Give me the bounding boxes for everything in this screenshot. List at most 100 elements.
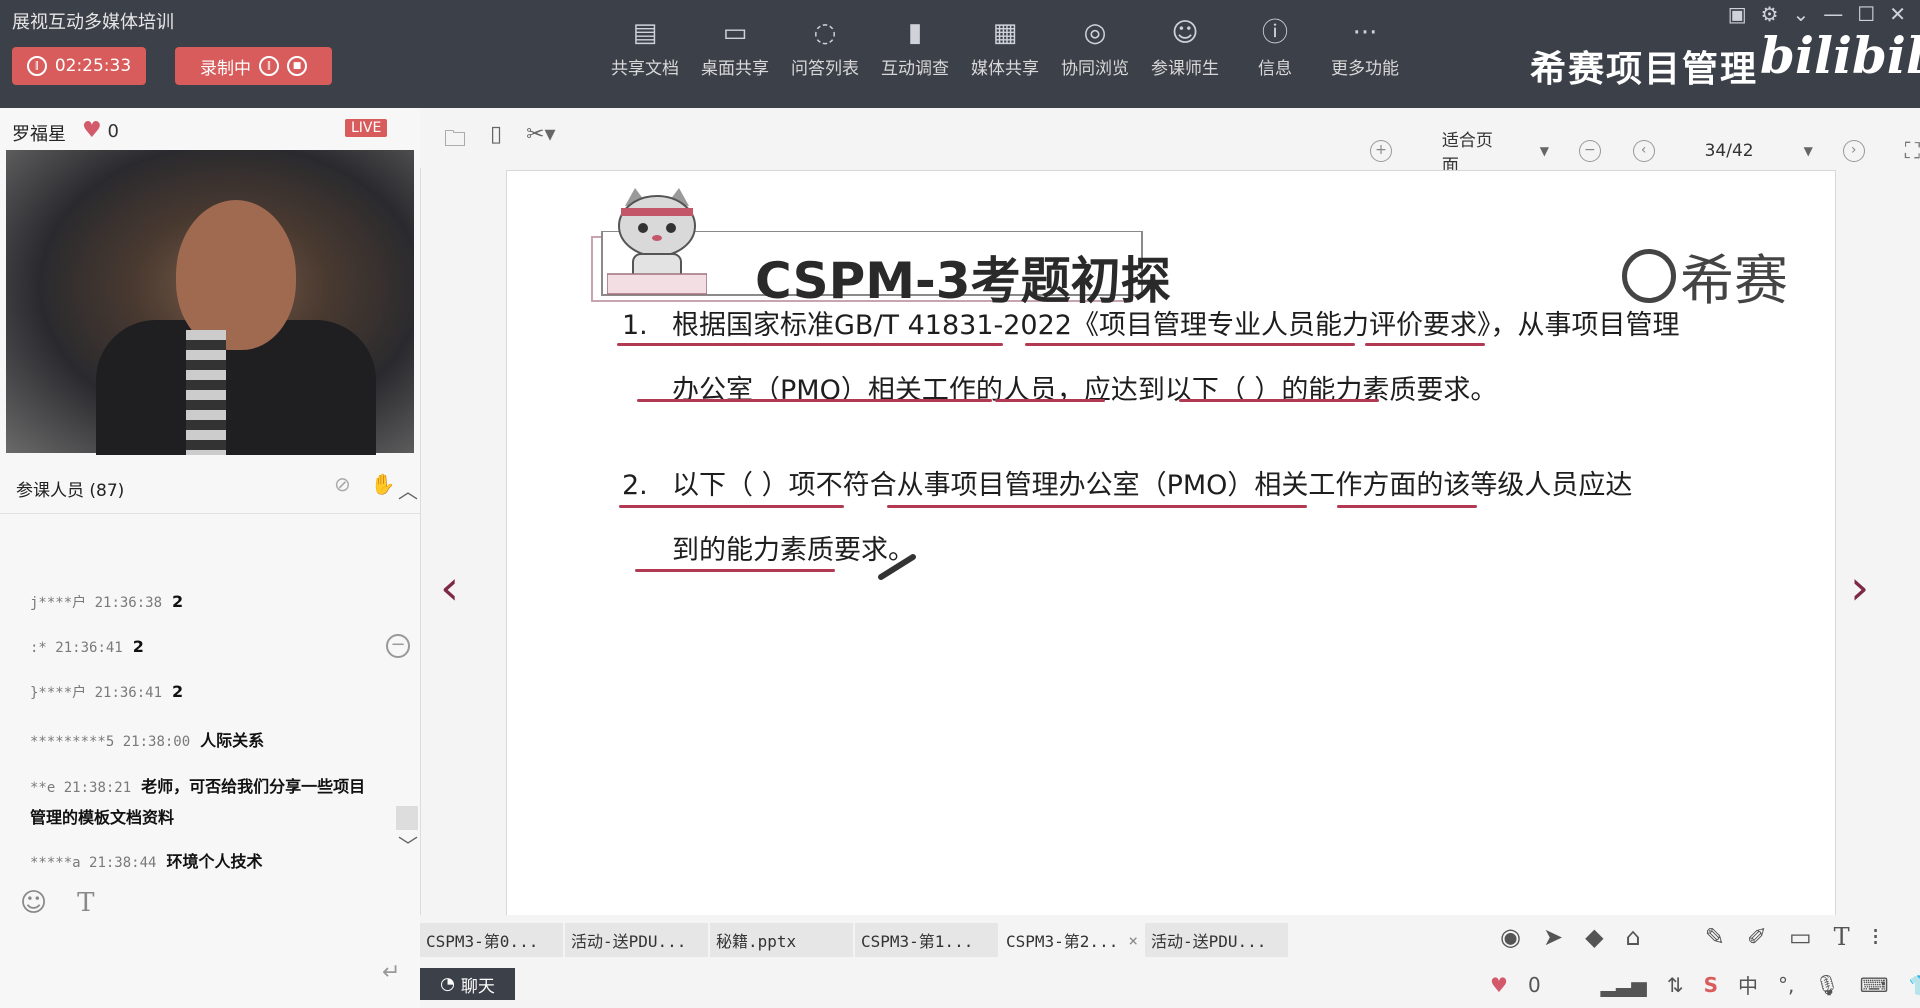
more-draw-icon[interactable]: ⁝ [1872, 923, 1880, 951]
chat-tools: ☺ T [20, 888, 94, 918]
teacher-name: 罗福星 [12, 124, 66, 145]
like-counter[interactable]: ♥ 0 [82, 118, 119, 143]
minimize-icon[interactable]: — [1823, 2, 1843, 26]
file-tab-label: 活动-送PDU... [571, 932, 687, 951]
mic-icon[interactable]: 🎙 [1814, 973, 1839, 997]
heart-icon[interactable]: ♥ [1490, 973, 1508, 997]
skin-icon[interactable]: 👕 [1909, 973, 1920, 997]
question-2-line-1: 以下（ ）项不符合从事项目管理办公室（PMO）相关工作方面的该等级人员应达 [672, 470, 1633, 501]
chat-button[interactable]: ◔ 聊天 [420, 968, 515, 1000]
chat-message: }****户 21:36:41 2 [30, 682, 183, 702]
more-icon: ··· [1352, 18, 1378, 48]
toolbar-item-info[interactable]: ⓘ 信息 [1230, 14, 1320, 79]
toolbar-item-media[interactable]: ▦ 媒体共享 [960, 14, 1050, 79]
next-page-icon[interactable]: › [1842, 140, 1865, 162]
zoom-out-icon[interactable]: − [1578, 140, 1601, 162]
zoom-dropdown-icon[interactable]: ▼ [1540, 144, 1549, 158]
toolbar-item-poll[interactable]: ▮ 互动调查 [870, 14, 960, 79]
chat-button-label: 聊天 [460, 976, 495, 997]
scroll-down-icon[interactable]: ﹀ [398, 830, 418, 859]
close-icon[interactable]: ✕ [1889, 2, 1906, 26]
browse-icon: ◎ [1083, 18, 1107, 48]
drawing-tools: ◉ ➤ ◆ ⌂ ✎ ✐ ▭ T ⁝ [1500, 915, 1879, 959]
prev-slide-arrow[interactable]: ‹ [440, 560, 459, 616]
file-tab-active[interactable]: CSPM3-第2... × [1000, 923, 1145, 957]
fullscreen-icon[interactable]: ⛶ [1905, 139, 1920, 164]
toolbar-item-label: 协同浏览 [1061, 59, 1129, 79]
file-tab-label: CSPM3-第0... [426, 932, 539, 951]
next-slide-arrow[interactable]: › [1850, 560, 1869, 616]
new-file-icon[interactable]: ▯ [490, 122, 502, 160]
collapse-chat-icon[interactable]: − [386, 634, 410, 658]
toolbar-item-label: 更多功能 [1331, 59, 1399, 79]
text-tool-icon[interactable]: T [1834, 923, 1850, 951]
qa-icon: ◌ [813, 18, 837, 48]
pen-icon[interactable]: ✎ [1705, 923, 1725, 951]
pen-cursor-icon [878, 554, 916, 580]
rectangle-icon[interactable]: ▭ [1789, 923, 1812, 951]
toolbar-item-share-doc[interactable]: ▤ 共享文档 [600, 14, 690, 79]
hand-icon[interactable]: ✋ [371, 472, 396, 496]
pointer-icon[interactable]: ➤ [1543, 923, 1563, 951]
file-tab-label: CSPM3-第1... [861, 932, 974, 951]
file-tab-label: CSPM3-第2... [1006, 932, 1119, 951]
close-tab-icon[interactable]: × [1128, 931, 1138, 950]
question-2-number: 2. [622, 470, 648, 501]
doc-tools-left: 🗀 ▯ ✂▾ [444, 122, 556, 160]
stop-record-icon[interactable]: ■ [287, 56, 307, 76]
toolbar-item-cobrowse[interactable]: ◎ 协同浏览 [1050, 14, 1140, 79]
chat-time: 21:36:38 [94, 595, 163, 611]
collapse-icon[interactable]: ⌄ [1793, 2, 1810, 26]
pause-record-icon[interactable]: ‖ [259, 56, 279, 76]
chat-user: *********5 [30, 734, 115, 750]
open-folder-icon[interactable]: 🗀 [444, 122, 466, 160]
chat-message: j****户 21:36:38 2 [30, 592, 183, 612]
emoji-icon[interactable]: ☺ [20, 888, 47, 918]
timer-display[interactable]: ‖ 02:25:33 [12, 47, 146, 85]
maximize-icon[interactable]: ☐ [1857, 2, 1875, 26]
toolbar-item-desktop-share[interactable]: ▭ 桌面共享 [690, 14, 780, 79]
desktop-share-icon: ▭ [722, 18, 748, 48]
file-tab[interactable]: 活动-送PDU... [565, 923, 710, 957]
live-indicator[interactable]: LIVE [345, 119, 388, 137]
record-dot-icon[interactable]: ◉ [1500, 923, 1521, 951]
ime-punct-icon[interactable]: °, [1778, 973, 1794, 997]
underline [887, 505, 1307, 508]
chat-scrollbar-thumb[interactable] [396, 806, 418, 830]
file-tab[interactable]: 秘籍.pptx [710, 923, 855, 957]
app-title: 展视互动多媒体培训 [12, 12, 174, 33]
scroll-up-icon[interactable]: ︿ [398, 475, 418, 504]
info-icon: ⓘ [1261, 18, 1288, 48]
scissors-icon[interactable]: ✂▾ [526, 122, 555, 160]
settings-icon[interactable]: ⚙ [1761, 2, 1779, 26]
keyboard-icon[interactable]: ⌨ [1860, 973, 1889, 997]
ime-language[interactable]: 中 [1738, 970, 1758, 999]
page-indicator[interactable]: 34/42 [1705, 141, 1754, 161]
attendees-label[interactable]: 参课人员 (87) [16, 476, 124, 501]
send-icon[interactable]: ↵ [382, 960, 400, 985]
presentation-slide: CSPM-3考题初探 希赛 1. 根据国家标准GB/T 41831-2022《项… [506, 170, 1836, 917]
zoom-mode-select[interactable]: 适合页面 [1442, 126, 1510, 176]
recording-button[interactable]: 录制中 ‖ ■ [175, 47, 332, 85]
zoom-in-icon[interactable]: + [1370, 140, 1392, 162]
underline [1179, 399, 1379, 402]
layout-icon[interactable]: ▣ [1728, 2, 1747, 26]
highlighter-icon[interactable]: ✐ [1747, 923, 1767, 951]
file-tab[interactable]: CSPM3-第0... [420, 923, 565, 957]
file-tab[interactable]: CSPM3-第1... [855, 923, 1000, 957]
chat-time: 21:38:44 [89, 855, 157, 871]
toolbar-item-qa[interactable]: ◌ 问答列表 [780, 14, 870, 79]
prev-page-icon[interactable]: ‹ [1632, 140, 1655, 162]
toolbar-item-more[interactable]: ··· 更多功能 [1320, 14, 1410, 79]
file-tab-label: 活动-送PDU... [1151, 932, 1267, 951]
underline [1365, 343, 1485, 346]
network-icon: ⇅ [1666, 972, 1684, 997]
clear-icon[interactable]: ⌂ [1626, 923, 1641, 951]
ime-logo-icon[interactable]: S [1704, 973, 1718, 997]
file-tab[interactable]: 活动-送PDU... [1145, 923, 1290, 957]
mute-all-icon[interactable]: ⊘ [334, 472, 351, 496]
toolbar-item-participants[interactable]: ☺ 参课师生 [1140, 14, 1230, 79]
page-dropdown-icon[interactable]: ▼ [1804, 144, 1813, 158]
text-format-icon[interactable]: T [77, 888, 94, 918]
eraser-icon[interactable]: ◆ [1585, 923, 1603, 951]
